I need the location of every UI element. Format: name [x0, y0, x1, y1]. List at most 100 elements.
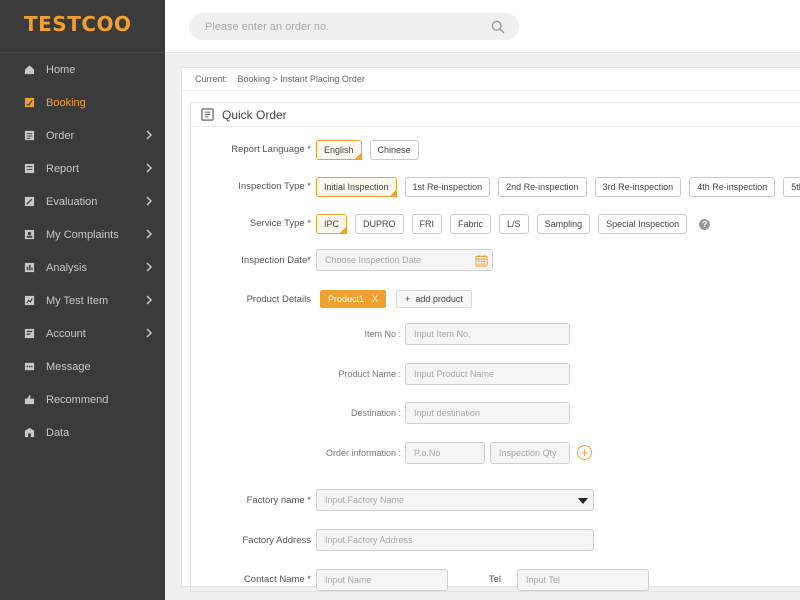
- inspection-date-input[interactable]: [325, 255, 492, 265]
- main-panel: Current: Booking > Instant Placing Order…: [181, 67, 800, 592]
- card-header: Quick Order: [191, 103, 800, 127]
- sidebar-item-data[interactable]: Data: [0, 416, 165, 449]
- factory-name-label: Factory name *: [246, 495, 311, 506]
- tel-field: [517, 569, 649, 591]
- account-icon: [24, 328, 35, 339]
- report-language-option-chinese[interactable]: Chinese: [369, 140, 419, 160]
- form-icon: [201, 108, 214, 121]
- inspection-type-option-1st-re-inspection[interactable]: 1st Re-inspection: [404, 177, 491, 197]
- chevron-right-icon[interactable]: [143, 294, 155, 306]
- product-name-input[interactable]: [414, 369, 569, 379]
- search-input[interactable]: [189, 13, 491, 40]
- sidebar-item-recommend[interactable]: Recommend: [0, 383, 165, 416]
- sidebar-item-booking[interactable]: Booking: [0, 86, 165, 119]
- factory-name-input[interactable]: [325, 495, 593, 505]
- home-icon: [24, 64, 35, 75]
- service-type-options: IPC DUPRO FRI Fabric L/S Sampling Special Insp…: [316, 214, 711, 234]
- sidebar-item-label: Message: [46, 360, 91, 373]
- product-tab-label: Product1: [328, 294, 365, 304]
- item-no-field: [405, 323, 570, 345]
- add-product-button[interactable]: + add product: [396, 290, 472, 308]
- calendar-icon[interactable]: [475, 254, 488, 267]
- top-bar: [165, 0, 800, 53]
- product-tabs: Product1 X + add product: [320, 290, 472, 308]
- chevron-right-icon[interactable]: [143, 129, 155, 141]
- report-language-options: English Chinese: [316, 140, 427, 160]
- inspection-date-field: [316, 249, 493, 271]
- add-order-info-icon[interactable]: +: [577, 445, 592, 460]
- evaluation-icon: [24, 196, 35, 207]
- card-title: Quick Order: [222, 107, 287, 122]
- sidebar-item-order[interactable]: Order: [0, 119, 165, 152]
- sidebar-item-label: Booking: [46, 96, 86, 109]
- service-type-option-special-inspection[interactable]: Special Inspection: [598, 214, 688, 234]
- report-icon: [24, 163, 35, 174]
- sidebar-item-home[interactable]: Home: [0, 53, 165, 86]
- test-item-icon: [24, 295, 35, 306]
- service-type-label: Service Type *: [249, 218, 311, 229]
- service-type-option-sampling[interactable]: Sampling: [536, 214, 591, 234]
- inspection-type-option-4th-re-inspection[interactable]: 4th Re-inspection: [689, 177, 776, 197]
- product-name-field: [405, 363, 570, 385]
- search-icon[interactable]: [491, 20, 505, 34]
- po-no-input[interactable]: [414, 448, 484, 458]
- chevron-right-icon[interactable]: [143, 261, 155, 273]
- sidebar-item-label: Home: [46, 63, 76, 76]
- analysis-icon: [24, 262, 35, 273]
- logo[interactable]: TESTCOO: [24, 12, 132, 36]
- inspection-type-options: Initial Inspection 1st Re-inspection 2nd R…: [316, 177, 800, 197]
- service-type-option-dupro[interactable]: DUPRO: [355, 214, 404, 234]
- report-language-label: Report Language *: [231, 144, 311, 155]
- sidebar-item-my-complaints[interactable]: My Complaints: [0, 218, 165, 251]
- chevron-right-icon[interactable]: [143, 195, 155, 207]
- sidebar-item-analysis[interactable]: Analysis: [0, 251, 165, 284]
- add-product-plus-icon: +: [405, 294, 411, 304]
- breadcrumb-current-label: Current:: [195, 74, 228, 84]
- inspection-type-label: Inspection Type *: [238, 181, 311, 192]
- order-information-label: Order information :: [325, 448, 401, 458]
- inspection-type-option-5th-re[interactable]: 5th Re: [783, 177, 800, 197]
- report-language-option-english[interactable]: English: [316, 140, 362, 160]
- sidebar-item-message[interactable]: Message: [0, 350, 165, 383]
- product-name-label: Product Name :: [338, 369, 401, 379]
- service-type-option-fri[interactable]: FRI: [411, 214, 443, 234]
- item-no-input[interactable]: [414, 329, 569, 339]
- sidebar-item-evaluation[interactable]: Evaluation: [0, 185, 165, 218]
- breadcrumb: Current: Booking > Instant Placing Order: [182, 68, 800, 91]
- service-type-option-fabric[interactable]: Fabric: [450, 214, 492, 234]
- destination-input[interactable]: [414, 408, 569, 418]
- product-tab-close-icon[interactable]: X: [372, 294, 378, 304]
- inspection-type-option-3rd-re-inspection[interactable]: 3rd Re-inspection: [594, 177, 682, 197]
- factory-address-field: [316, 529, 594, 551]
- sidebar-item-label: My Test Item: [46, 294, 109, 307]
- service-type-option-l-s[interactable]: L/S: [499, 214, 529, 234]
- sidebar-item-label: Report: [46, 162, 80, 175]
- help-icon[interactable]: ?: [699, 218, 711, 230]
- product-tab[interactable]: Product1 X: [320, 290, 387, 308]
- dropdown-caret-icon[interactable]: [578, 498, 588, 504]
- inspection-type-option-2nd-re-inspection[interactable]: 2nd Re-inspection: [498, 177, 587, 197]
- sidebar-item-my-test-item[interactable]: My Test Item: [0, 284, 165, 317]
- complaints-icon: [24, 229, 35, 240]
- inspection-qty-field: [490, 442, 570, 464]
- chevron-right-icon[interactable]: [143, 162, 155, 174]
- sidebar-item-label: Account: [46, 327, 86, 340]
- sidebar-item-account[interactable]: Account: [0, 317, 165, 350]
- breadcrumb-path: Booking > Instant Placing Order: [237, 74, 365, 84]
- factory-name-select[interactable]: [316, 489, 594, 511]
- order-icon: [24, 130, 35, 141]
- sidebar-item-label: My Complaints: [46, 228, 119, 241]
- inspection-type-option-initial-inspection[interactable]: Initial Inspection: [316, 177, 397, 197]
- chevron-right-icon[interactable]: [143, 327, 155, 339]
- factory-address-input[interactable]: [325, 535, 593, 545]
- sidebar-item-report[interactable]: Report: [0, 152, 165, 185]
- inspection-qty-input[interactable]: [499, 448, 569, 458]
- logo-area: TESTCOO: [0, 0, 165, 53]
- service-type-option-ipc[interactable]: IPC: [316, 214, 348, 234]
- tel-input[interactable]: [526, 575, 648, 585]
- factory-address-label: Factory Address: [242, 535, 311, 546]
- sidebar-nav: Home Booking Order Report Evaluation My Compl…: [0, 53, 165, 449]
- chevron-right-icon[interactable]: [143, 228, 155, 240]
- search-box: [189, 13, 519, 40]
- tel-label: Tel: [488, 574, 501, 585]
